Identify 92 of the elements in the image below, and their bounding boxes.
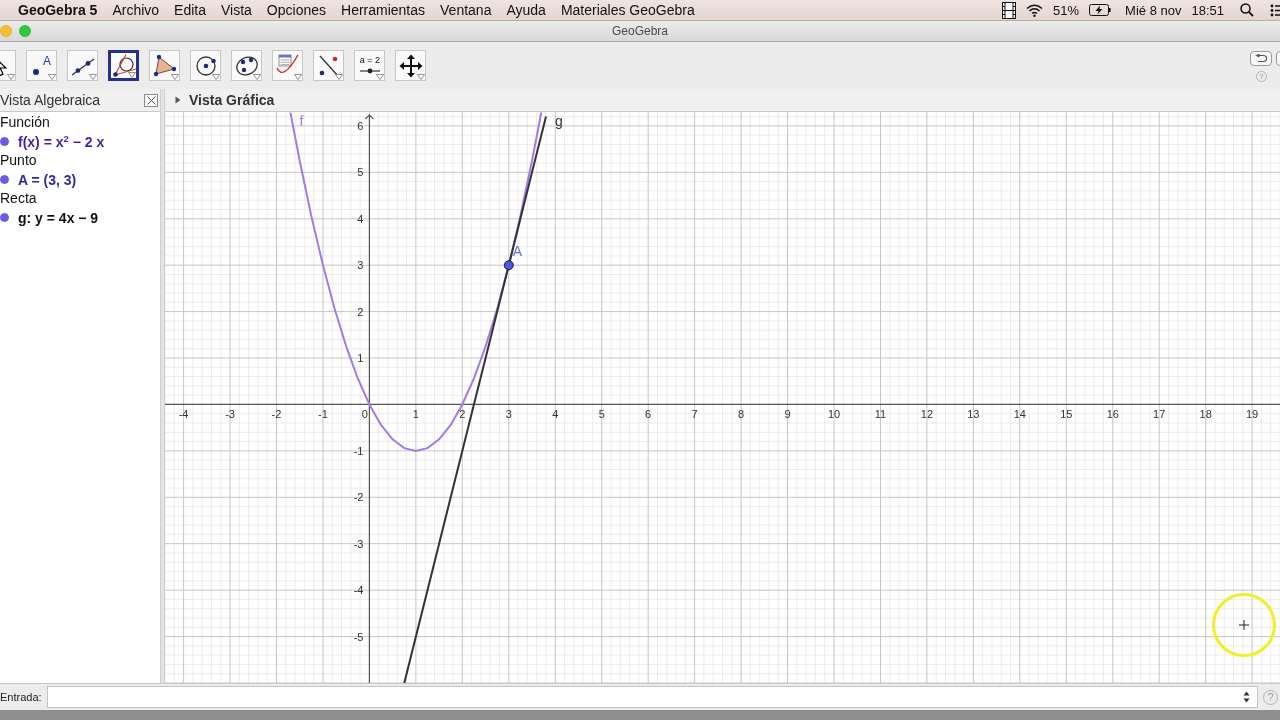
- view-title: Vista Gráfica: [189, 92, 275, 108]
- curve-label: f: [299, 113, 304, 129]
- dropdown-triangle-icon: [48, 74, 56, 80]
- dropdown-triangle-icon: [128, 72, 136, 78]
- input-field[interactable]: [47, 686, 1258, 708]
- menu-item[interactable]: Vista: [221, 2, 252, 18]
- tick-label: -4: [178, 408, 189, 421]
- menu-item[interactable]: Ayuda: [506, 2, 546, 18]
- tick-label: 5: [357, 166, 364, 179]
- algebra-entry[interactable]: A = (3, 3): [18, 171, 77, 188]
- algebra-entry[interactable]: g: y = 4x − 9: [18, 209, 99, 226]
- four-arrows-icon: [398, 53, 423, 78]
- search-icon[interactable]: [1240, 3, 1254, 17]
- tick-label: 15: [1060, 408, 1073, 421]
- menu-item[interactable]: Herramientas: [341, 2, 426, 18]
- dropdown-triangle-icon: [7, 74, 15, 80]
- dropdown-triangle-icon: [89, 74, 97, 80]
- tick-label: 2: [357, 305, 364, 318]
- disclosure-triangle-icon[interactable]: [175, 96, 181, 104]
- crosshair-cursor-icon: [1211, 592, 1277, 658]
- tick-label: 5: [598, 408, 605, 421]
- tick-label: 4: [552, 408, 559, 421]
- spinner-arrows-icon[interactable]: [1243, 691, 1250, 703]
- tick-label: 14: [1013, 408, 1026, 421]
- ellipse-icon: [234, 53, 259, 78]
- category-label: Función: [0, 114, 50, 131]
- undo-button[interactable]: [1250, 51, 1272, 66]
- tick-label: -2: [353, 491, 364, 504]
- tick-label: 3: [357, 259, 364, 272]
- tick-label: 12: [920, 408, 934, 421]
- tick-label: -1: [318, 408, 328, 421]
- tick-label: 7: [691, 408, 698, 421]
- tick-label: 9: [784, 408, 791, 421]
- visibility-dot-icon[interactable]: [0, 213, 9, 222]
- tick-label: 1: [412, 408, 419, 421]
- undo-arrow-icon: [1255, 54, 1267, 63]
- film-strip-icon[interactable]: [1002, 1, 1017, 19]
- menu-item[interactable]: Materiales GeoGebra: [560, 2, 695, 18]
- view-title: Vista Algebraica: [0, 92, 101, 108]
- clock-text: 18:51: [1191, 2, 1224, 18]
- tick-label: 16: [1106, 408, 1119, 421]
- window-title: GeoGebra: [611, 24, 668, 38]
- point-label: A: [512, 243, 523, 260]
- tick-label: 4: [357, 212, 364, 225]
- app-menu[interactable]: GeoGebra 5: [18, 2, 98, 18]
- battery-charging-icon[interactable]: [1089, 4, 1112, 16]
- visibility-dot-icon[interactable]: [0, 175, 9, 184]
- close-icon: [146, 95, 156, 105]
- battery-percentage: 51%: [1053, 2, 1080, 18]
- tick-label: 0: [361, 408, 368, 421]
- tick-label: 1: [357, 352, 364, 365]
- tick-label: 6: [645, 408, 652, 421]
- tick-label: 8: [738, 408, 745, 421]
- menu-item[interactable]: Edita: [174, 2, 206, 18]
- tick-label: -3: [353, 537, 364, 550]
- dropdown-triangle-icon: [171, 74, 179, 80]
- tick-label: 17: [1153, 408, 1166, 421]
- input-label: Entrada:: [0, 691, 43, 703]
- dropdown-triangle-icon: [294, 74, 302, 80]
- point-marker[interactable]: [503, 260, 514, 271]
- tick-label: 10: [827, 408, 841, 421]
- tick-label: -2: [271, 408, 282, 421]
- dropdown-triangle-icon: [335, 74, 343, 80]
- tick-label: 19: [1246, 408, 1259, 421]
- category-label: Punto: [0, 152, 37, 169]
- date-text: Mié 8 nov: [1125, 2, 1182, 18]
- tool-button[interactable]: [108, 50, 139, 81]
- algebra-entry[interactable]: f(x) = x$^{2}$ − 2 x: [18, 133, 105, 150]
- tick-label: 18: [1199, 408, 1212, 421]
- circle-icon: [193, 53, 218, 78]
- tick-label: 11: [874, 408, 887, 421]
- visibility-dot-icon[interactable]: [0, 137, 9, 146]
- menu-item[interactable]: Archivo: [112, 2, 160, 18]
- curve-label: g: [554, 113, 563, 129]
- menu-item[interactable]: Opciones: [266, 2, 326, 18]
- tick-label: 2: [459, 408, 466, 421]
- tick-label: -5: [353, 630, 364, 643]
- tick-label: -4: [353, 584, 364, 597]
- dropdown-triangle-icon: [376, 74, 384, 80]
- menu-item[interactable]: Ventana: [440, 2, 492, 18]
- category-label: Recta: [0, 190, 37, 207]
- close-button[interactable]: [144, 93, 158, 107]
- triangle-icon: [152, 53, 177, 78]
- wifi-icon[interactable]: [1026, 3, 1044, 17]
- dropdown-triangle-icon: [417, 74, 425, 80]
- tick-label: 3: [505, 408, 512, 421]
- dropdown-triangle-icon: [253, 74, 261, 80]
- tangent-lines-icon: [111, 53, 136, 78]
- tick-label: -1: [353, 444, 364, 457]
- tick-label: -3: [225, 408, 235, 421]
- tick-label: 13: [967, 408, 980, 421]
- dropdown-triangle-icon: [212, 74, 220, 80]
